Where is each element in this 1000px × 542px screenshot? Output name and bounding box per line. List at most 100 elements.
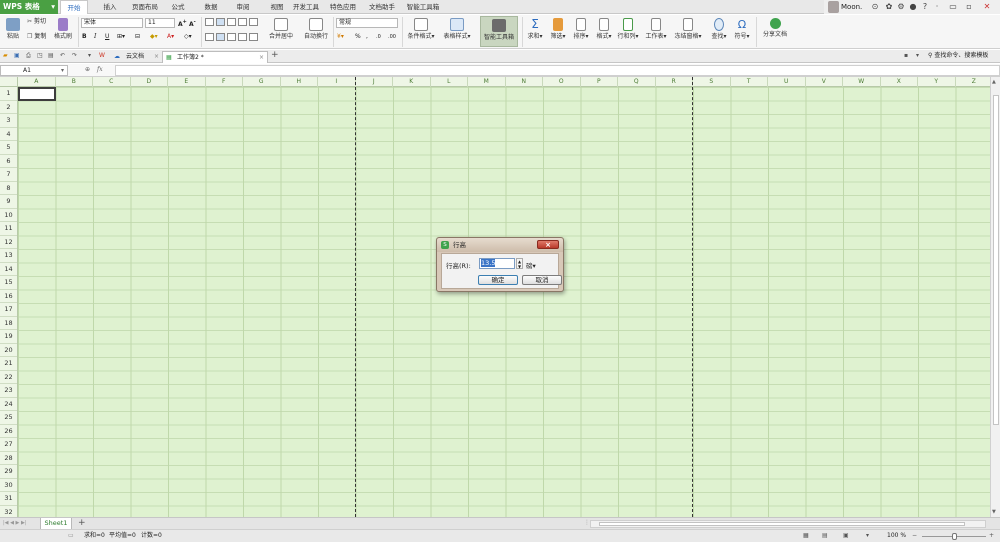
row-header-23[interactable]: 23 — [0, 384, 17, 398]
row-header-7[interactable]: 7 — [0, 168, 17, 182]
fill-color-button[interactable]: ◆▾ — [150, 32, 158, 42]
minimize-icon[interactable]: ▭ — [948, 2, 958, 12]
column-header-U[interactable]: U — [768, 77, 806, 87]
column-header-T[interactable]: T — [731, 77, 768, 87]
menu-tab-3[interactable]: 公式 — [168, 0, 188, 14]
thousands-button[interactable]: , — [366, 32, 368, 42]
page-layout-view-icon[interactable]: ▤ — [822, 531, 828, 541]
avatar[interactable] — [828, 1, 839, 13]
align-bottom-icon[interactable] — [227, 18, 236, 26]
column-header-K[interactable]: K — [393, 77, 431, 87]
macro-icon[interactable]: ▭ — [68, 531, 74, 541]
sort-button[interactable]: 排序▾ — [571, 18, 591, 40]
currency-button[interactable]: ¥▾ — [337, 32, 344, 42]
row-header-14[interactable]: 14 — [0, 263, 17, 276]
italic-button[interactable]: I — [94, 32, 96, 42]
row-header-28[interactable]: 28 — [0, 452, 17, 465]
font-size-select[interactable]: 11 — [145, 18, 175, 28]
column-header-X[interactable]: X — [881, 77, 918, 87]
row-header-10[interactable]: 10 — [0, 209, 17, 222]
unit-select[interactable]: 磅▾ — [526, 260, 536, 270]
column-header-P[interactable]: P — [581, 77, 618, 87]
column-header-L[interactable]: L — [431, 77, 468, 87]
clear-button[interactable]: ◇▾ — [184, 32, 192, 42]
row-header-25[interactable]: 25 — [0, 411, 17, 425]
menu-tab-1[interactable]: 插入 — [100, 0, 120, 14]
print-icon[interactable]: ⎙ — [26, 51, 31, 61]
column-header-M[interactable]: M — [468, 77, 506, 87]
font-name-select[interactable]: 宋体 — [81, 18, 143, 28]
row-header-29[interactable]: 29 — [0, 465, 17, 479]
conditional-format-button[interactable]: 条件格式▾ — [405, 18, 437, 40]
restore-icon[interactable]: ▫ — [964, 2, 974, 12]
bold-button[interactable]: B — [82, 32, 87, 42]
fx-icon[interactable]: fx — [97, 65, 103, 75]
menu-tab-9[interactable]: 文档助手 — [368, 0, 396, 14]
quick-access-dropdown-icon[interactable]: ▾ — [88, 51, 91, 61]
row-header-18[interactable]: 18 — [0, 317, 17, 330]
align-right-icon[interactable] — [227, 33, 236, 41]
zoom-slider-handle[interactable] — [952, 533, 957, 540]
indent-decrease-icon[interactable] — [238, 18, 247, 26]
row-header-19[interactable]: 19 — [0, 330, 17, 344]
new-tab-button[interactable]: + — [271, 50, 279, 60]
settings-icon[interactable]: ⚙ — [896, 2, 906, 12]
column-header-J[interactable]: J — [356, 77, 393, 87]
column-header-E[interactable]: E — [168, 77, 206, 87]
copy-button[interactable]: ❐ 复制 — [27, 32, 46, 42]
row-header-31[interactable]: 31 — [0, 492, 17, 506]
column-header-R[interactable]: R — [656, 77, 693, 87]
column-header-Z[interactable]: Z — [956, 77, 993, 87]
column-header-G[interactable]: G — [243, 77, 281, 87]
row-header-21[interactable]: 21 — [0, 357, 17, 371]
align-center-icon[interactable] — [216, 33, 225, 41]
symbol-button[interactable]: Ω 符号▾ — [732, 18, 752, 40]
vertical-scrollbar[interactable]: ▲ ▼ — [990, 77, 1000, 517]
menu-tab-6[interactable]: 视图 — [266, 0, 288, 14]
ok-button[interactable]: 确定 — [478, 275, 518, 285]
cell-grid[interactable] — [18, 87, 990, 517]
row-header-30[interactable]: 30 — [0, 479, 17, 492]
align-top-icon[interactable] — [205, 18, 214, 26]
preview-icon[interactable]: ◳ — [37, 51, 43, 61]
font-color-button[interactable]: A▾ — [167, 32, 174, 42]
row-height-spinner[interactable]: ▲ ▼ — [516, 258, 523, 269]
cancel-button[interactable]: 取消 — [522, 275, 562, 285]
column-header-W[interactable]: W — [843, 77, 881, 87]
dialog-close-button[interactable]: × — [537, 240, 559, 249]
close-icon[interactable]: × — [259, 52, 264, 64]
row-header-27[interactable]: 27 — [0, 438, 17, 452]
close-window-icon[interactable]: ✕ — [982, 2, 992, 12]
column-header-A[interactable]: A — [18, 77, 56, 87]
share-doc-button[interactable]: 分享文档 — [760, 18, 790, 38]
wps-cloud-icon[interactable]: W — [99, 51, 105, 61]
column-header-N[interactable]: N — [506, 77, 543, 87]
row-header-5[interactable]: 5 — [0, 141, 17, 155]
zoom-in-icon[interactable]: + — [989, 531, 994, 541]
tab-cloud-docs[interactable]: ☁ 云文档 × — [112, 51, 162, 63]
column-header-Y[interactable]: Y — [918, 77, 956, 87]
row-header-3[interactable]: 3 — [0, 114, 17, 128]
sum-button[interactable]: Σ 求和▾ — [525, 18, 545, 41]
undo-icon[interactable]: ↶ — [60, 51, 65, 61]
worksheet-button[interactable]: 工作表▾ — [644, 18, 668, 40]
user-name[interactable]: Moon. — [841, 0, 862, 14]
justify-icon[interactable] — [238, 33, 247, 41]
scroll-up-icon[interactable]: ▲ — [992, 79, 996, 85]
first-sheet-icon[interactable]: |◀ ◀ ▶ ▶| — [3, 518, 27, 528]
find-button[interactable]: 查找▾ — [708, 18, 730, 40]
vertical-scroll-thumb[interactable] — [993, 95, 999, 425]
zoom-level[interactable]: 100 % — [887, 531, 906, 541]
zoom-out-icon[interactable]: − — [912, 531, 917, 541]
column-header-B[interactable]: B — [56, 77, 93, 87]
notification-icon[interactable]: ● — [908, 2, 918, 12]
column-header-I[interactable]: I — [318, 77, 356, 87]
open-folder-icon[interactable]: ▰ — [3, 51, 8, 61]
row-header-6[interactable]: 6 — [0, 155, 17, 168]
row-header-12[interactable]: 12 — [0, 236, 17, 249]
more-icon[interactable]: · — [932, 2, 942, 12]
distributed-icon[interactable] — [249, 33, 258, 41]
column-header-C[interactable]: C — [93, 77, 131, 87]
menu-tab-2[interactable]: 页面布局 — [128, 0, 162, 14]
merge-center-button[interactable]: 合并居中 — [266, 18, 296, 40]
